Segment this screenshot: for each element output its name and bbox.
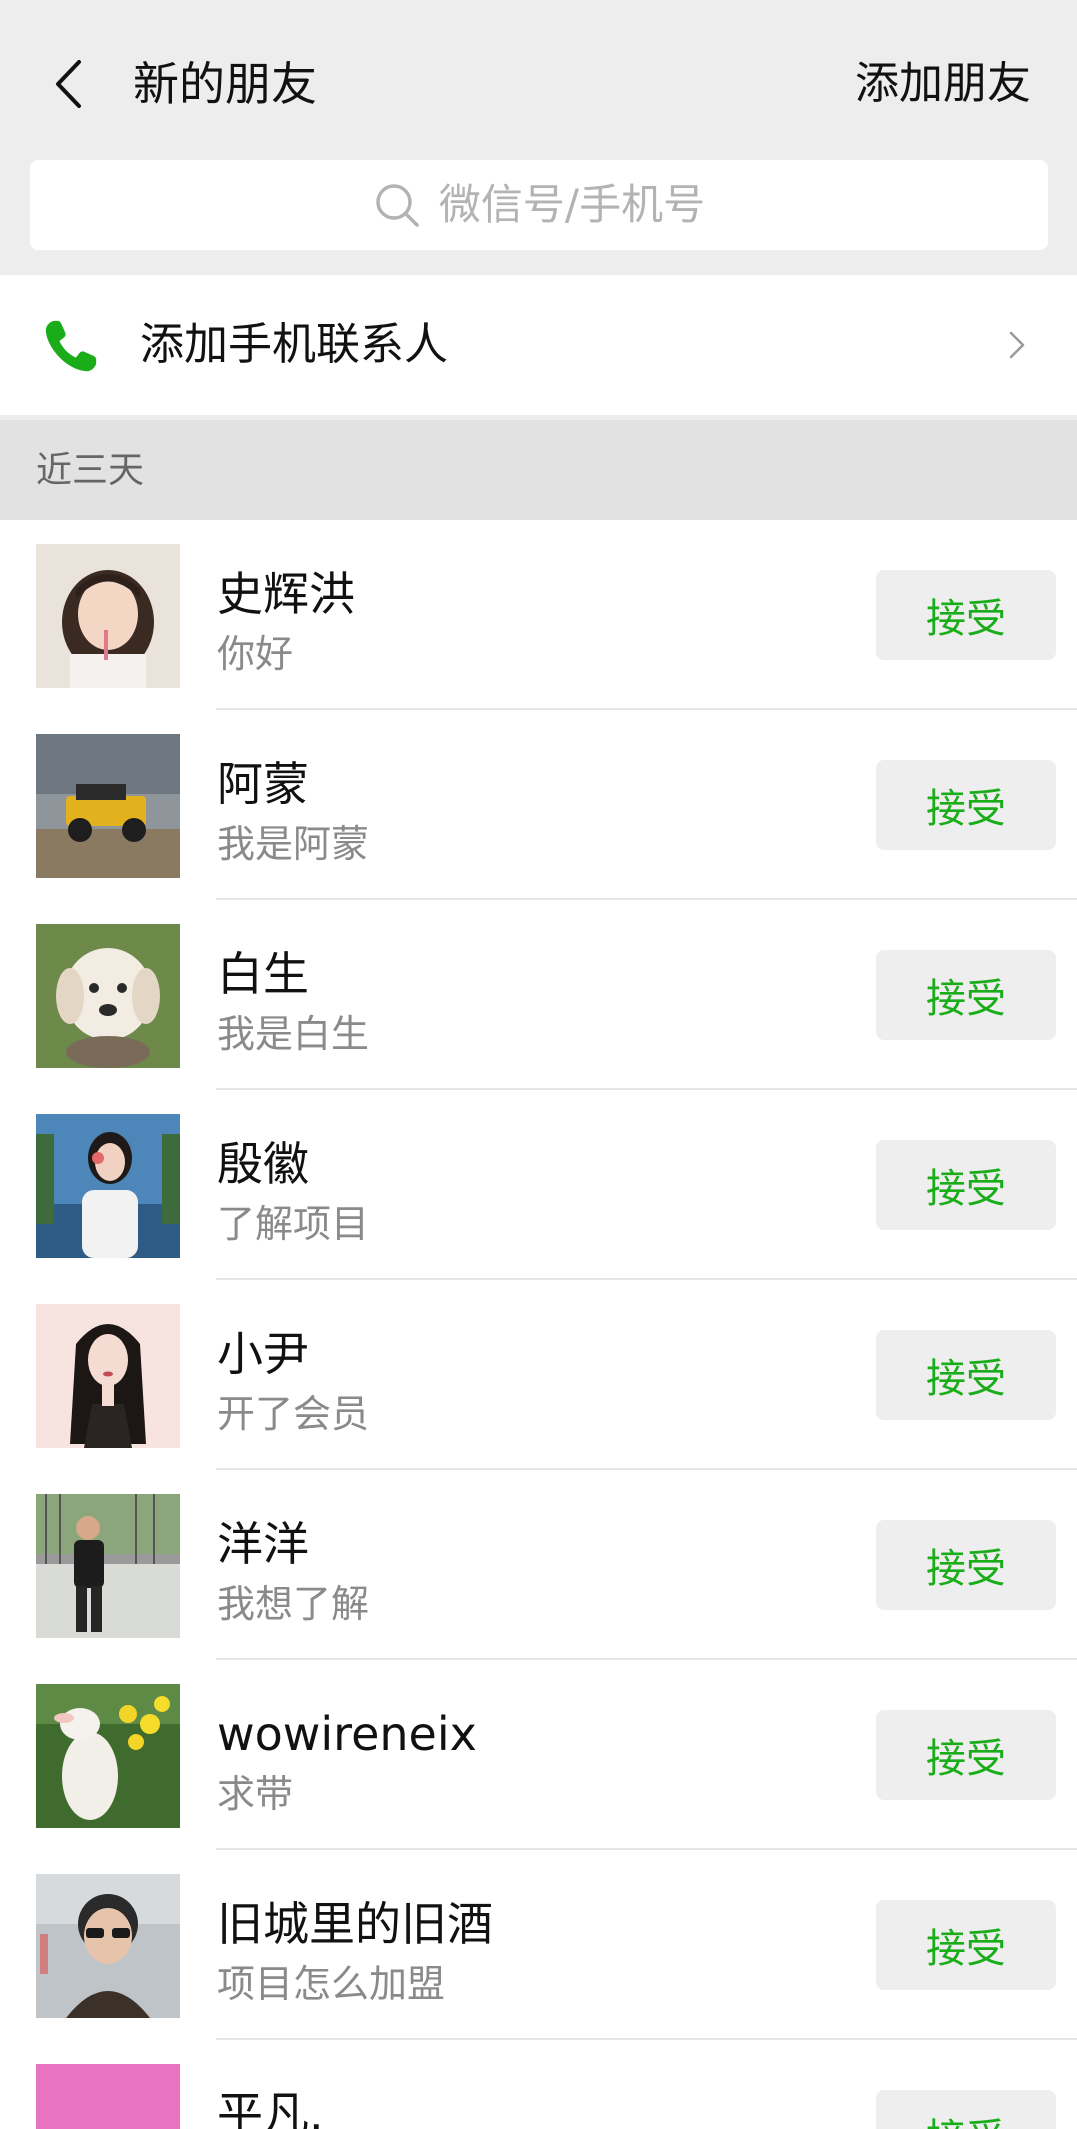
friend-message: 我想了解 [217, 1582, 370, 1626]
friend-message: 我是白生 [217, 1012, 370, 1056]
friend-name: 小尹 [217, 1327, 309, 1381]
puppy-photo-avatar[interactable] [36, 924, 180, 1068]
add-phone-contacts-row[interactable]: 添加手机联系人 [0, 275, 1077, 415]
list-item[interactable]: 殷徽 了解项目 接受 [0, 1090, 1077, 1280]
phone-icon [45, 320, 97, 372]
chevron-left-icon [56, 60, 81, 108]
accept-button[interactable]: 接受 [876, 1140, 1056, 1230]
list-item[interactable]: 白生 我是白生 接受 [0, 900, 1077, 1090]
search-input[interactable]: 微信号/手机号 [30, 160, 1048, 250]
search-icon [376, 184, 419, 227]
friend-message: 求带 [217, 1772, 294, 1816]
friend-name: 史辉洪 [217, 567, 355, 621]
friend-message: 开了会员 [217, 1392, 370, 1436]
chevron-right-icon [1009, 331, 1025, 359]
list-item[interactable]: 旧城里的旧酒 项目怎么加盟 接受 [0, 1850, 1077, 2040]
girl-photo-avatar[interactable] [36, 544, 180, 688]
friend-name: 殷徽 [217, 1137, 309, 1191]
top-bar: 新的朋友 添加朋友 微信号/手机号 [0, 0, 1077, 270]
lamb-flowers-avatar[interactable] [36, 1684, 180, 1828]
illustrated-woman-avatar[interactable] [36, 1304, 180, 1448]
section-label: 近三天 [36, 450, 145, 491]
list-item[interactable]: 阿蒙 我是阿蒙 接受 [0, 710, 1077, 900]
list-item[interactable]: 小尹 开了会员 接受 [0, 1280, 1077, 1470]
friend-request-list: 史辉洪 你好 接受 阿蒙 我是阿蒙 接受 白生 我是白生 接受 殷徽 了解项目 … [0, 520, 1077, 2129]
friend-name: 白生 [217, 947, 309, 1001]
accept-button[interactable]: 接受 [876, 1900, 1056, 1990]
woman-photo-avatar[interactable] [36, 1114, 180, 1258]
add-phone-contacts-label: 添加手机联系人 [140, 319, 448, 370]
add-friend-button[interactable]: 添加朋友 [855, 52, 1031, 116]
accept-button[interactable]: 接受 [876, 760, 1056, 850]
accept-button[interactable]: 接受 [876, 570, 1056, 660]
search-placeholder: 微信号/手机号 [438, 180, 706, 229]
accept-button[interactable]: 接受 [876, 1330, 1056, 1420]
page-title: 新的朋友 [133, 57, 317, 111]
list-item[interactable]: wowireneix 求带 接受 [0, 1660, 1077, 1850]
man-glasses-avatar[interactable] [36, 1874, 180, 2018]
friend-message: 项目怎么加盟 [217, 1962, 446, 2006]
friend-name: 平凡. [217, 2087, 324, 2129]
list-item[interactable]: 史辉洪 你好 接受 [0, 520, 1077, 710]
friend-name: 洋洋 [217, 1517, 309, 1571]
accept-button[interactable]: 接受 [876, 2090, 1056, 2129]
pink-avatar[interactable] [36, 2064, 180, 2129]
friend-message: 我是阿蒙 [217, 822, 370, 866]
list-item[interactable]: 洋洋 我想了解 接受 [0, 1470, 1077, 1660]
accept-button[interactable]: 接受 [876, 950, 1056, 1040]
back-button[interactable] [38, 48, 98, 120]
friend-name: 阿蒙 [217, 757, 309, 811]
friend-name: 旧城里的旧酒 [217, 1897, 493, 1951]
section-header: 近三天 [0, 420, 1077, 520]
jeep-photo-avatar[interactable] [36, 734, 180, 878]
friend-message: 了解项目 [217, 1202, 370, 1246]
friend-name: wowireneix [217, 1707, 477, 1761]
accept-button[interactable]: 接受 [876, 1710, 1056, 1800]
list-item[interactable]: 平凡. 接受 [0, 2040, 1077, 2129]
friend-message: 你好 [217, 632, 294, 676]
accept-button[interactable]: 接受 [876, 1520, 1056, 1610]
man-photo-avatar[interactable] [36, 1494, 180, 1638]
